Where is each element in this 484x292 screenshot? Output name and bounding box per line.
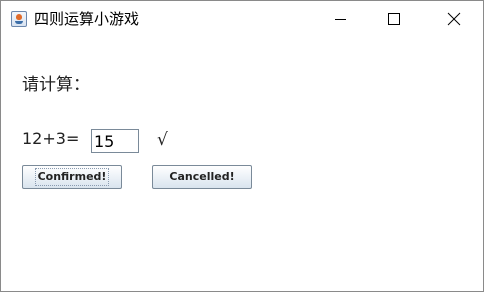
java-coffee-icon xyxy=(11,11,27,27)
correct-check-mark: √ xyxy=(157,130,168,150)
confirm-button[interactable]: Confirmed! xyxy=(22,165,122,189)
minimize-icon xyxy=(335,19,346,20)
close-icon xyxy=(447,12,461,26)
app-window: 四则运算小游戏 请计算： 12+3= √ Confirmed! Cancelle… xyxy=(0,0,484,292)
maximize-button[interactable] xyxy=(371,1,417,37)
close-button[interactable] xyxy=(431,1,477,37)
title-bar[interactable]: 四则运算小游戏 xyxy=(1,1,483,37)
question-label: 12+3= xyxy=(22,129,80,148)
minimize-button[interactable] xyxy=(317,1,363,37)
confirm-button-label: Confirmed! xyxy=(34,168,110,186)
window-title: 四则运算小游戏 xyxy=(34,10,140,28)
instruction-label: 请计算： xyxy=(22,75,90,95)
maximize-icon xyxy=(388,13,400,25)
answer-input[interactable] xyxy=(91,129,139,153)
cancel-button[interactable]: Cancelled! xyxy=(152,165,252,189)
